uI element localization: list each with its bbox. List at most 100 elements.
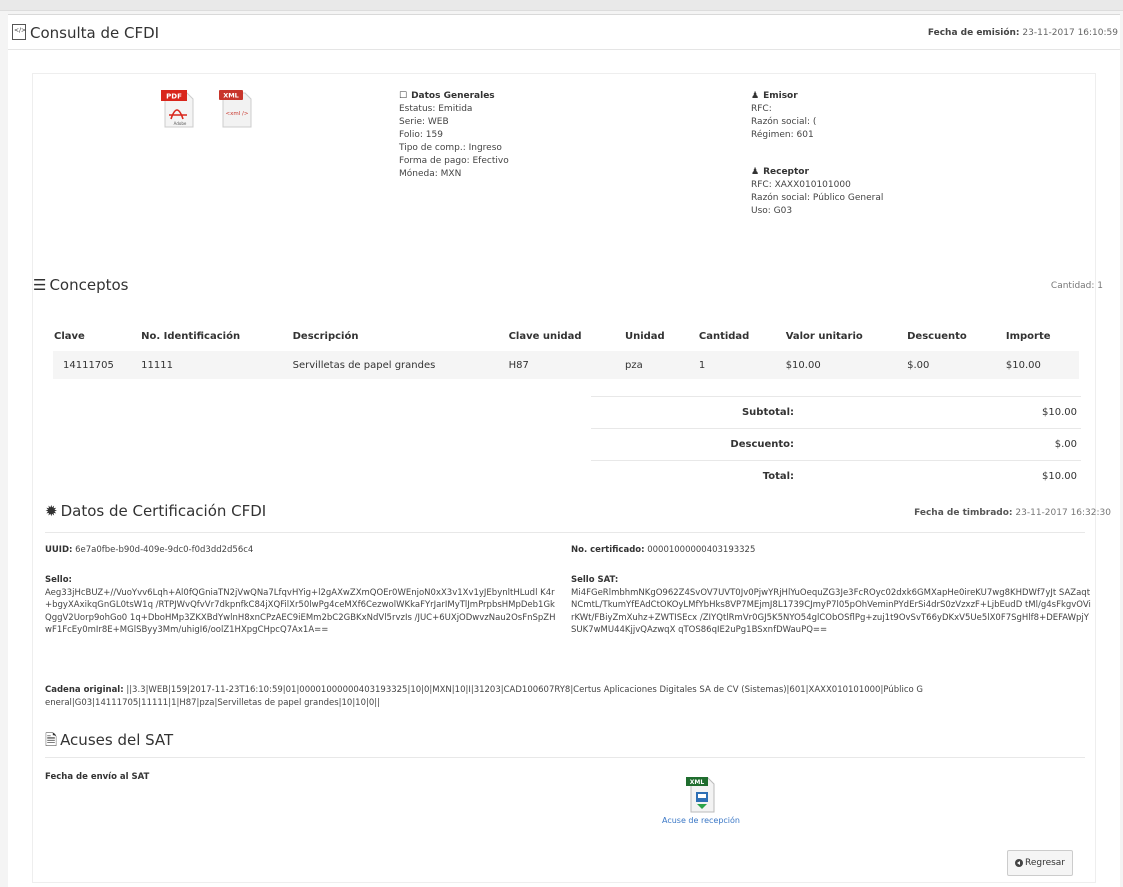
descuento-label: Descuento:	[591, 428, 1023, 461]
total-value: $10.00	[1022, 460, 1081, 492]
certificacion-title: ✹ Datos de Certificación CFDI	[45, 502, 266, 520]
emisor: ♟ Emisor RFC: Razón social: ( Régimen: 60…	[751, 90, 816, 142]
cfdi-panel: PDF Adobe XML <xml /> ☐ Datos Generales E…	[32, 73, 1111, 883]
list-icon: ☰	[33, 276, 47, 294]
certificacion-title-text: Datos de Certificación CFDI	[60, 502, 267, 520]
acuses-title-text: Acuses del SAT	[60, 731, 174, 749]
table-row: 14111705 11111 Servilletas de papel gran…	[53, 351, 1079, 379]
col-descuento: Descuento	[907, 330, 967, 342]
pdf-file-icon[interactable]: PDF Adobe	[161, 89, 197, 129]
content-card: Consulta de CFDI Fecha de emisión: 23-11…	[8, 14, 1120, 887]
forma-pago: Forma de pago: Efectivo	[399, 156, 509, 166]
cell-valor-unitario: $10.00	[784, 351, 907, 379]
no-certificado-label: No. certificado:	[571, 545, 645, 555]
acuse-recepcion-label[interactable]: Acuse de recepción	[661, 816, 741, 825]
xml-file-icon[interactable]: XML <xml />	[217, 89, 255, 129]
svg-text:XML: XML	[690, 779, 705, 786]
cell-clave-unidad: H87	[507, 351, 624, 379]
regresar-label: Regresar	[1024, 858, 1066, 868]
table-header-row: Clave No. Identificación Descripción Cla…	[53, 321, 1079, 351]
square-icon: ☐	[399, 91, 408, 101]
fecha-emision: Fecha de emisión: 23-11-2017 16:10:59	[928, 28, 1118, 38]
estatus: Estatus: Emitida	[399, 104, 473, 114]
certificate-icon: ✹	[45, 502, 58, 520]
sello-sat: Sello SAT: Mi4FGeRlmbhmNKgO962Z4SvOV7UVT…	[571, 574, 1091, 637]
acuse-recepcion-link[interactable]: XML Acuse de recepción	[661, 776, 741, 825]
receptor-uso: Uso: G03	[751, 206, 793, 216]
svg-text:XML: XML	[223, 92, 239, 100]
page-title: Consulta de CFDI	[12, 24, 159, 42]
datos-generales-title-text: Datos Generales	[411, 91, 495, 101]
uuid-label: UUID:	[45, 545, 73, 555]
conceptos-table: Clave No. Identificación Descripción Cla…	[53, 321, 1079, 379]
fecha-emision-label: Fecha de emisión:	[927, 28, 1020, 38]
sello-value: Aeg33jHcBUZ+//VuoYvv6Lqh+Al0fQGniaTN2jVw…	[45, 587, 556, 636]
cell-descripcion: Servilletas de papel grandes	[291, 351, 508, 379]
totals-table: Subtotal: $10.00 Descuento: $.00 Total: $10…	[591, 396, 1081, 492]
subtotal-value: $10.00	[1022, 396, 1081, 429]
fecha-timbrado-value: 23-11-2017 16:32:30	[1015, 508, 1111, 518]
svg-text:PDF: PDF	[166, 93, 182, 101]
conceptos-title: ☰ Conceptos	[33, 276, 128, 294]
uuid: UUID: 6e7a0fbe-b90d-409e-9dc0-f0d3dd2d56…	[45, 544, 545, 557]
col-unidad: Unidad	[624, 330, 665, 342]
total-row: Total: $10.00	[591, 460, 1081, 492]
divider	[45, 532, 1085, 533]
cell-cantidad: 1	[697, 351, 785, 379]
subtotal-label: Subtotal:	[591, 396, 1023, 429]
col-clave: Clave	[54, 330, 85, 342]
receptor-rfc: RFC: XAXX010101000	[751, 180, 851, 190]
no-certificado: No. certificado: 00001000000403193325	[571, 544, 1091, 557]
col-cantidad: Cantidad	[698, 330, 750, 342]
sello-label: Sello:	[45, 575, 72, 585]
fecha-envio-label: Fecha de envío al SAT	[45, 772, 150, 782]
receptor: ♟ Receptor RFC: XAXX010101000 Razón socia…	[751, 166, 883, 218]
emisor-title-text: Emisor	[763, 91, 798, 101]
fecha-emision-value: 23-11-2017 16:10:59	[1022, 28, 1118, 38]
xml-file-icon: XML	[686, 777, 715, 813]
user-icon: ♟	[751, 167, 760, 177]
conceptos-title-text: Conceptos	[49, 276, 129, 294]
divider	[45, 757, 1085, 758]
page-title-text: Consulta de CFDI	[30, 24, 160, 42]
svg-text:<xml />: <xml />	[226, 111, 249, 117]
uuid-value: 6e7a0fbe-b90d-409e-9dc0-f0d3dd2d56c4	[75, 545, 254, 555]
datos-generales: ☐ Datos Generales Estatus: Emitida Serie:…	[399, 90, 509, 181]
cadena-value: ||3.3|WEB|159|2017-11-23T16:10:59|01|000…	[45, 685, 923, 708]
fecha-timbrado: Fecha de timbrado: 23-11-2017 16:32:30	[914, 508, 1111, 518]
emisor-razon-social: Razón social: (	[751, 117, 817, 127]
cell-unidad: pza	[623, 351, 698, 379]
circle-arrow-left-icon	[1014, 859, 1023, 867]
folio: Folio: 159	[399, 130, 443, 140]
cell-clave: 14111705	[53, 351, 141, 379]
serie: Serie: WEB	[399, 117, 449, 127]
sello: Sello: Aeg33jHcBUZ+//VuoYvv6Lqh+Al0fQGni…	[45, 574, 560, 637]
col-importe: Importe	[1005, 330, 1051, 342]
subtotal-row: Subtotal: $10.00	[591, 396, 1081, 429]
cell-descuento: $.00	[906, 351, 1005, 379]
datos-generales-title: ☐ Datos Generales	[399, 90, 509, 103]
col-no-identificacion: No. Identificación	[141, 330, 241, 342]
moneda: Móneda: MXN	[399, 169, 462, 179]
emisor-rfc: RFC:	[751, 104, 772, 114]
divider	[8, 49, 1120, 50]
sello-sat-value: Mi4FGeRlmbhmNKgO962Z4SvOV7UVT0Jv0PjwYRjH…	[571, 587, 1091, 636]
document-icon: 🗎	[45, 731, 58, 749]
receptor-title-text: Receptor	[763, 167, 809, 177]
tipo-comprobante: Tipo de comp.: Ingreso	[399, 143, 502, 153]
cell-no-identificacion: 11111	[140, 351, 292, 379]
cell-importe: $10.00	[1004, 351, 1079, 379]
emisor-regimen: Régimen: 601	[751, 130, 814, 140]
col-clave-unidad: Clave unidad	[508, 330, 582, 342]
col-valor-unitario: Valor unitario	[785, 330, 863, 342]
receptor-title: ♟ Receptor	[751, 166, 883, 179]
cadena-original: Cadena original: ||3.3|WEB|159|2017-11-2…	[45, 684, 925, 709]
code-file-icon	[12, 24, 26, 40]
sello-sat-label: Sello SAT:	[571, 575, 619, 585]
no-certificado-value: 00001000000403193325	[647, 545, 756, 555]
cantidad-label: Cantidad: 1	[1050, 281, 1103, 291]
total-label: Total:	[591, 460, 1023, 492]
regresar-button[interactable]: Regresar	[1007, 850, 1073, 876]
top-bar	[0, 0, 1123, 11]
col-descripcion: Descripción	[292, 330, 359, 342]
